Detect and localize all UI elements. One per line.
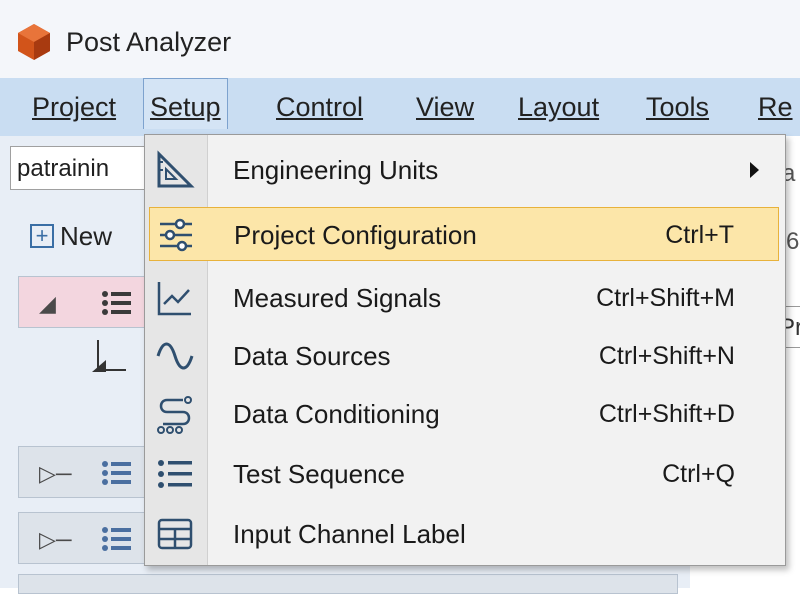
menu-item-data-conditioning[interactable]: Data Conditioning Ctrl+Shift+D xyxy=(149,387,779,441)
line-chart-icon xyxy=(157,282,191,316)
title-bar: Post Analyzer xyxy=(0,0,800,78)
project-combo[interactable]: patrainin xyxy=(10,146,160,190)
menu-project[interactable]: Project xyxy=(26,86,122,128)
collapsed-arrow-icon: ▷─ xyxy=(39,527,72,552)
menu-item-shortcut: Ctrl+Q xyxy=(662,460,735,488)
expanded-arrow-icon: ◢ xyxy=(39,291,56,316)
menu-setup[interactable]: Setup xyxy=(143,78,228,129)
list-icon xyxy=(102,461,131,485)
menu-item-shortcut: Ctrl+Shift+M xyxy=(596,284,735,312)
partial-text: 6 xyxy=(786,228,800,255)
collapsed-arrow-icon: ▷─ xyxy=(39,461,72,486)
new-button-label: New xyxy=(60,221,113,251)
submenu-arrow-icon xyxy=(750,162,759,178)
app-logo-icon xyxy=(18,24,50,60)
menu-item-label: Engineering Units xyxy=(233,155,439,185)
sine-wave-icon xyxy=(156,342,194,370)
menu-item-label: Data Sources xyxy=(233,341,391,371)
menu-item-shortcut: Ctrl+Shift+D xyxy=(598,400,735,428)
menu-reports[interactable]: Re xyxy=(752,86,799,128)
menu-bar: Project Setup Control View Layout Tools … xyxy=(0,78,800,136)
menu-item-label: Input Channel Label xyxy=(233,519,466,549)
menu-item-shortcut: Ctrl+T xyxy=(665,221,734,249)
sliders-icon xyxy=(160,218,192,252)
menu-item-label: Test Sequence xyxy=(233,459,406,489)
menu-control[interactable]: Control xyxy=(270,86,369,128)
list-icon xyxy=(102,291,131,315)
menu-tools[interactable]: Tools xyxy=(640,86,715,128)
new-button[interactable]: + New xyxy=(30,214,112,258)
menu-item-label: Data Conditioning xyxy=(233,399,440,429)
list-icon xyxy=(102,527,131,551)
plus-icon: + xyxy=(30,224,54,248)
tree-row[interactable] xyxy=(18,574,678,594)
menu-item-input-channel-label[interactable]: Input Channel Label xyxy=(149,507,779,561)
menu-item-label: Measured Signals xyxy=(233,283,442,313)
triangle-ruler-icon xyxy=(157,150,195,188)
menu-item-engineering-units[interactable]: Engineering Units xyxy=(149,143,779,197)
menu-view[interactable]: View xyxy=(410,86,480,128)
menu-item-test-sequence[interactable]: Test Sequence Ctrl+Q xyxy=(149,447,779,501)
menu-item-label: Project Configuration xyxy=(234,220,477,250)
setup-dropdown-menu: Engineering Units Project Configuration … xyxy=(144,134,786,566)
menu-layout[interactable]: Layout xyxy=(512,86,605,128)
bullet-list-icon xyxy=(158,460,192,488)
app-title: Post Analyzer xyxy=(66,27,232,57)
menu-item-project-configuration[interactable]: Project Configuration Ctrl+T xyxy=(149,207,779,261)
table-grid-icon xyxy=(157,518,193,550)
menu-item-measured-signals[interactable]: Measured Signals Ctrl+Shift+M xyxy=(149,271,779,325)
signal-flow-icon xyxy=(157,396,192,434)
tree-child-connector xyxy=(92,340,126,372)
menu-item-shortcut: Ctrl+Shift+N xyxy=(598,342,735,370)
menu-item-data-sources[interactable]: Data Sources Ctrl+Shift+N xyxy=(149,329,779,383)
